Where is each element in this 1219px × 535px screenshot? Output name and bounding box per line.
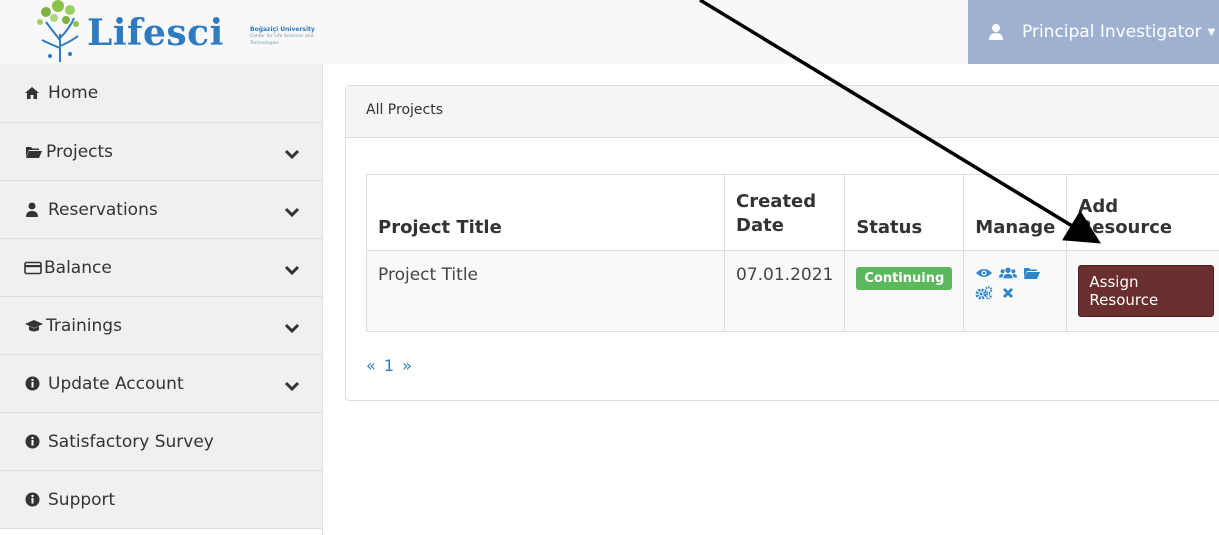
- status-cell: Continuing: [844, 250, 965, 332]
- eye-icon[interactable]: [975, 265, 993, 281]
- column-header-manage: Manage: [963, 174, 1068, 251]
- top-header: Lifesci Boğaziçi University Center for L…: [0, 0, 1219, 64]
- column-header-add-resource: Add Resource: [1066, 174, 1219, 251]
- manage-cell: [963, 250, 1068, 332]
- column-header-created-date: Created Date: [723, 174, 846, 251]
- table-header-row: Project Title Created Date Status Manage…: [366, 174, 1219, 251]
- close-icon[interactable]: [999, 285, 1017, 301]
- sidebar-item-label: Projects: [46, 141, 114, 162]
- logo-university: Boğaziçi University: [250, 26, 315, 33]
- created-date-cell: 07.01.2021: [723, 250, 846, 332]
- sidebar-item-label: Trainings: [46, 315, 122, 336]
- chevron-down-icon: [284, 378, 300, 391]
- graduation-cap-icon: [24, 318, 44, 334]
- all-projects-panel: All Projects Project Title Created Date …: [345, 85, 1219, 401]
- cogs-icon[interactable]: [975, 285, 993, 301]
- user-menu-dropdown[interactable]: Principal Investigator ▼: [968, 0, 1219, 64]
- manage-actions: [975, 265, 1045, 301]
- sidebar-item-trainings[interactable]: Trainings: [0, 297, 322, 355]
- users-icon[interactable]: [999, 265, 1018, 281]
- chevron-down-icon: [284, 262, 300, 275]
- sidebar-item-reservations[interactable]: Reservations: [0, 181, 322, 239]
- user-menu-label: Principal Investigator: [1022, 22, 1202, 42]
- chevron-down-icon: [284, 204, 300, 217]
- folder-open-icon: [24, 144, 44, 160]
- lifesci-logo[interactable]: Lifesci Boğaziçi University Center for L…: [30, 0, 315, 64]
- pagination-page[interactable]: 1: [384, 356, 394, 375]
- status-badge: Continuing: [856, 267, 953, 290]
- sidebar-item-label: Home: [48, 83, 99, 103]
- sidebar-item-projects[interactable]: Projects: [0, 123, 322, 181]
- sidebar-item-update-account[interactable]: Update Account: [0, 355, 322, 413]
- folder-open-icon[interactable]: [1023, 265, 1041, 281]
- caret-down-icon: ▼: [1207, 26, 1216, 38]
- sidebar-item-balance[interactable]: Balance: [0, 239, 322, 297]
- panel-heading: All Projects: [346, 86, 1219, 138]
- sidebar-item-satisfactory-survey[interactable]: Satisfactory Survey: [0, 413, 322, 471]
- assign-resource-button[interactable]: Assign Resource: [1078, 265, 1214, 317]
- sidebar-item-home[interactable]: Home: [0, 64, 322, 123]
- projects-table: Project Title Created Date Status Manage…: [366, 174, 1219, 332]
- project-title-cell: Project Title: [366, 250, 725, 332]
- logo-wordmark: Lifesci: [87, 12, 224, 54]
- table-row: Project Title 07.01.2021 Continuing Assi…: [366, 250, 1219, 332]
- pagination-next[interactable]: »: [402, 356, 412, 375]
- column-header-project-title: Project Title: [366, 174, 725, 251]
- sidebar-item-label: Balance: [44, 257, 112, 278]
- info-circle-icon: [24, 376, 40, 392]
- info-circle-icon: [24, 434, 40, 450]
- sidebar-item-support[interactable]: Support: [0, 471, 322, 529]
- logo-subtitle: Boğaziçi University Center for Life Scie…: [250, 26, 320, 47]
- user-icon: [24, 202, 40, 218]
- logo-tagline: Center for Life Sciences and Technologie…: [250, 34, 314, 46]
- user-icon: [988, 23, 1004, 41]
- credit-card-icon: [24, 260, 42, 276]
- sidebar-nav: Home Projects Reservations Balance Train…: [0, 64, 323, 535]
- add-resource-cell: Assign Resource: [1066, 250, 1219, 332]
- sidebar-item-label: Satisfactory Survey: [48, 431, 214, 452]
- column-header-status: Status: [844, 174, 965, 251]
- pagination-prev[interactable]: «: [366, 356, 376, 375]
- info-circle-icon: [24, 492, 40, 508]
- chevron-down-icon: [284, 146, 300, 159]
- home-icon: [24, 85, 40, 101]
- sidebar-item-label: Reservations: [48, 199, 158, 220]
- sidebar-item-label: Update Account: [48, 373, 184, 394]
- tree-logo-icon: [37, 0, 79, 62]
- sidebar-item-label: Support: [48, 489, 116, 510]
- pagination: « 1 »: [366, 356, 415, 375]
- chevron-down-icon: [284, 320, 300, 333]
